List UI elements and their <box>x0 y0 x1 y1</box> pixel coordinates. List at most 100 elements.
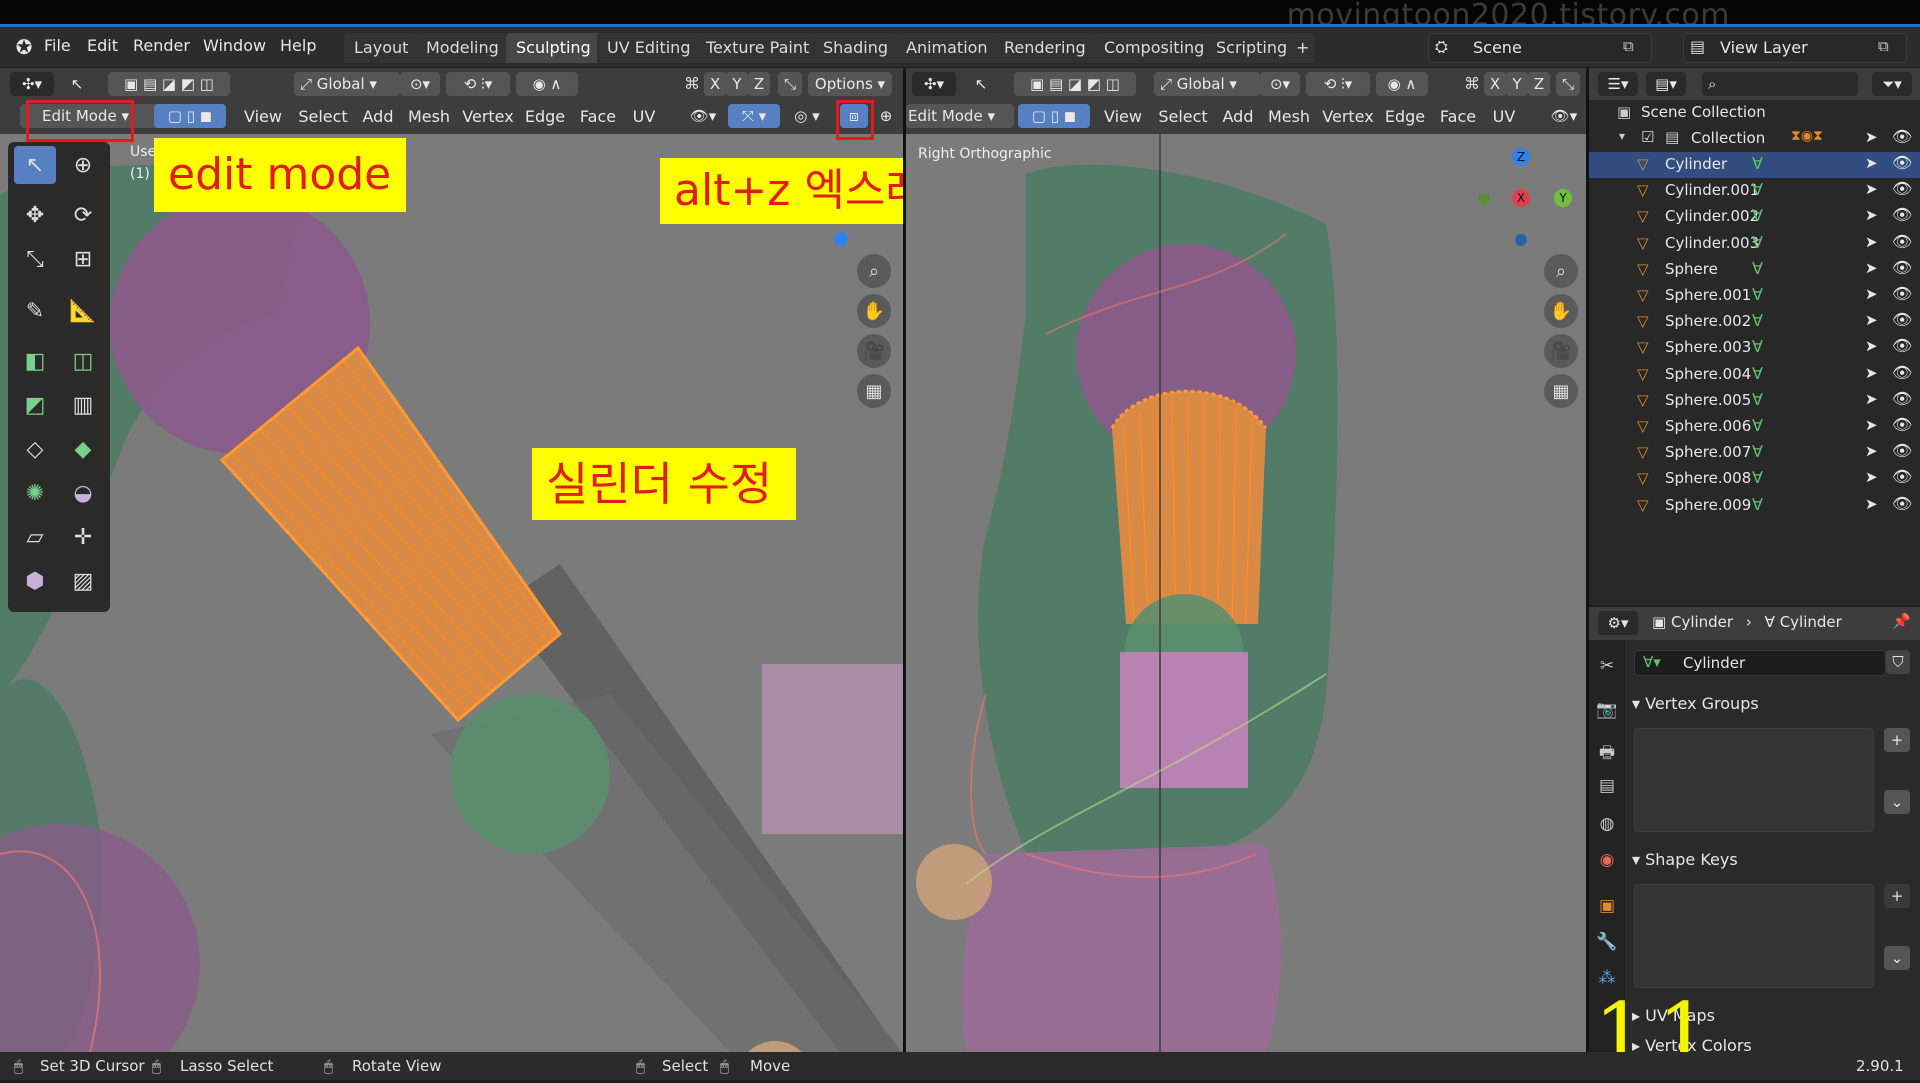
outliner-filter-icon[interactable]: ⏷▾ <box>1872 72 1912 96</box>
select-arrow-icon[interactable]: ➤ <box>1865 364 1878 382</box>
select-arrow-icon[interactable]: ➤ <box>1865 495 1878 513</box>
select-arrow-icon[interactable]: ➤ <box>1865 416 1878 434</box>
outliner-search-input[interactable]: ⌕ <box>1702 72 1858 96</box>
outliner-object-row[interactable]: ▽ Cylinder.003 ∀ ➤ 👁 <box>1589 231 1920 257</box>
eye-icon[interactable]: 👁 <box>1892 389 1912 408</box>
outliner-editor-type-icon[interactable]: ☰▾ <box>1598 72 1638 96</box>
collection-select-icon[interactable]: ➤ <box>1865 128 1878 146</box>
poly-build-tool-icon[interactable]: ◆ <box>62 430 104 468</box>
mirror-icon[interactable]: ⌘ <box>684 74 700 93</box>
options-dropdown[interactable]: Options ▾ <box>808 72 892 96</box>
menu-file[interactable]: File <box>44 36 71 55</box>
outliner-object-row[interactable]: ▽ Sphere ∀ ➤ 👁 <box>1589 257 1920 283</box>
outliner-object-row[interactable]: ▽ Sphere.006 ∀ ➤ 👁 <box>1589 414 1920 440</box>
outliner-object-row[interactable]: ▽ Cylinder ∀ ➤ 👁 <box>1589 152 1920 178</box>
right-select-tool-icon[interactable]: ↖ <box>966 72 996 96</box>
right-mesh-select-mode-buttons[interactable]: ▢ ▯ ◼ <box>1018 104 1090 128</box>
gizmo-y-axis[interactable]: Y <box>1554 189 1572 207</box>
right-visibility-dropdown[interactable]: 👁▾ <box>1544 104 1584 128</box>
annotate-tool-icon[interactable]: ✎ <box>14 292 56 330</box>
right-3d-viewport[interactable]: Right Orthographic Z X Y ⌕ ✋ 🎥 ▦ <box>906 134 1586 1052</box>
loop-cut-tool-icon[interactable]: ▥ <box>62 386 104 424</box>
rotate-tool-icon[interactable]: ⟳ <box>62 196 104 234</box>
extrude-tool-icon[interactable]: ◧ <box>14 342 56 380</box>
collection-checkbox-icon[interactable]: ☑ <box>1641 128 1654 146</box>
menu-edit[interactable]: Edit <box>87 36 118 55</box>
shape-keys-list[interactable] <box>1634 884 1874 988</box>
scene-props-icon[interactable]: ◍ <box>1596 814 1618 836</box>
select-arrow-icon[interactable]: ➤ <box>1865 285 1878 303</box>
outliner-object-row[interactable]: ▽ Sphere.004 ∀ ➤ 👁 <box>1589 362 1920 388</box>
eye-icon[interactable]: 👁 <box>1892 232 1912 251</box>
tab-modeling[interactable]: Modeling <box>416 33 509 63</box>
move-tool-icon[interactable]: ✥ <box>14 196 56 234</box>
snap-toggle[interactable]: ⟲ ⫶▾ <box>446 72 510 96</box>
left-menu-face[interactable]: Face <box>574 104 622 130</box>
mesh-data-icon[interactable]: ∀ <box>1752 311 1763 330</box>
add-vertex-group-button[interactable]: + <box>1884 728 1910 752</box>
mesh-data-icon[interactable]: ∀ <box>1752 390 1763 409</box>
outliner-display-mode-icon[interactable]: ▤▾ <box>1646 72 1686 96</box>
right-zoom-icon[interactable]: ⌕ <box>1544 254 1578 288</box>
eye-icon[interactable]: 👁 <box>1892 363 1912 382</box>
mesh-data-icon[interactable]: ∀ <box>1752 285 1763 304</box>
shape-keys-section[interactable]: ▾ Shape Keys <box>1632 850 1738 869</box>
view-layer-props-icon[interactable]: ▤ <box>1596 776 1618 798</box>
vertex-groups-section[interactable]: ▾ Vertex Groups <box>1632 694 1759 713</box>
outliner-object-row[interactable]: ▽ Sphere.002 ∀ ➤ 👁 <box>1589 309 1920 335</box>
right-editor-type-icon[interactable]: ✣▾ <box>912 72 956 96</box>
tab-sculpting[interactable]: Sculpting <box>506 33 601 63</box>
visibility-dropdown[interactable]: 👁▾ <box>682 104 724 128</box>
overlay-toggle[interactable]: ◎ ▾ <box>784 104 830 128</box>
right-mirror-icon[interactable]: ⌘ <box>1464 74 1480 93</box>
eye-icon[interactable]: 👁 <box>1892 205 1912 224</box>
eye-icon[interactable]: 👁 <box>1892 467 1912 486</box>
right-menu-view[interactable]: View <box>1098 104 1148 130</box>
shape-key-menu-button[interactable]: ⌄ <box>1884 946 1910 970</box>
new-view-layer-icon[interactable]: ⧉ <box>1878 37 1889 55</box>
vertex-group-menu-button[interactable]: ⌄ <box>1884 790 1910 814</box>
select-arrow-icon[interactable]: ➤ <box>1865 233 1878 251</box>
mirror-x-toggle[interactable]: X <box>704 72 726 96</box>
blender-logo-icon[interactable]: ✪ <box>12 35 36 59</box>
bevel-tool-icon[interactable]: ◩ <box>14 386 56 424</box>
tab-texture-paint[interactable]: Texture Paint <box>696 33 820 63</box>
outliner-collection[interactable]: ▾ ☑ ▤ Collection ⧗◉⧗ ➤ 👁 <box>1589 126 1920 152</box>
left-menu-uv[interactable]: UV <box>626 104 662 130</box>
transform-tool-icon[interactable]: ⊞ <box>62 240 104 278</box>
right-uv-sync-icon[interactable]: ⤡ <box>1556 72 1580 96</box>
add-workspace-button[interactable]: + <box>1290 33 1316 63</box>
right-menu-vertex[interactable]: Vertex <box>1318 104 1378 130</box>
object-props-icon[interactable]: ▣ <box>1596 896 1618 918</box>
outliner-object-row[interactable]: ▽ Sphere.008 ∀ ➤ 👁 <box>1589 466 1920 492</box>
outliner-object-row[interactable]: ▽ Cylinder.002 ∀ ➤ 👁 <box>1589 204 1920 230</box>
right-pivot-point-dropdown[interactable]: ⊙▾ <box>1260 72 1300 96</box>
right-menu-add[interactable]: Add <box>1216 104 1260 130</box>
tab-shading[interactable]: Shading <box>813 33 898 63</box>
menu-window[interactable]: Window <box>203 36 266 55</box>
eye-icon[interactable]: 👁 <box>1892 258 1912 277</box>
tool-props-icon[interactable]: ✂ <box>1596 656 1618 678</box>
left-menu-edge[interactable]: Edge <box>520 104 570 130</box>
editor-type-icon[interactable]: ✣▾ <box>10 72 54 96</box>
mirror-y-toggle[interactable]: Y <box>726 72 748 96</box>
select-arrow-icon[interactable]: ➤ <box>1865 180 1878 198</box>
left-3d-viewport[interactable]: Use (1) ⌕ ✋ 🎥 ▦ <box>0 134 903 1052</box>
right-mode-dropdown[interactable]: Edit Mode ▾ <box>906 104 1014 128</box>
outliner-object-row[interactable]: ▽ Sphere.007 ∀ ➤ 👁 <box>1589 440 1920 466</box>
modifier-props-icon[interactable]: 🔧 <box>1596 932 1618 954</box>
shading-wireframe-icon[interactable]: ⊕ <box>872 104 900 128</box>
shear-tool-icon[interactable]: ⬢ <box>14 562 56 600</box>
tab-animation[interactable]: Animation <box>896 33 998 63</box>
add-shape-key-button[interactable]: + <box>1884 884 1910 908</box>
mesh-data-selector[interactable]: ∀▾ Cylinder <box>1634 650 1886 676</box>
scale-tool-icon[interactable]: ⤡ <box>14 240 56 278</box>
properties-editor-type-icon[interactable]: ⚙▾ <box>1598 611 1638 635</box>
menu-help[interactable]: Help <box>280 36 316 55</box>
select-tool-icon[interactable]: ↖ <box>62 72 92 96</box>
rip-tool-icon[interactable]: ▨ <box>62 562 104 600</box>
tab-layout[interactable]: Layout <box>344 33 419 63</box>
gizmo-x-axis[interactable]: X <box>1512 189 1530 207</box>
mirror-z-toggle[interactable]: Z <box>748 72 770 96</box>
tab-rendering[interactable]: Rendering <box>994 33 1096 63</box>
